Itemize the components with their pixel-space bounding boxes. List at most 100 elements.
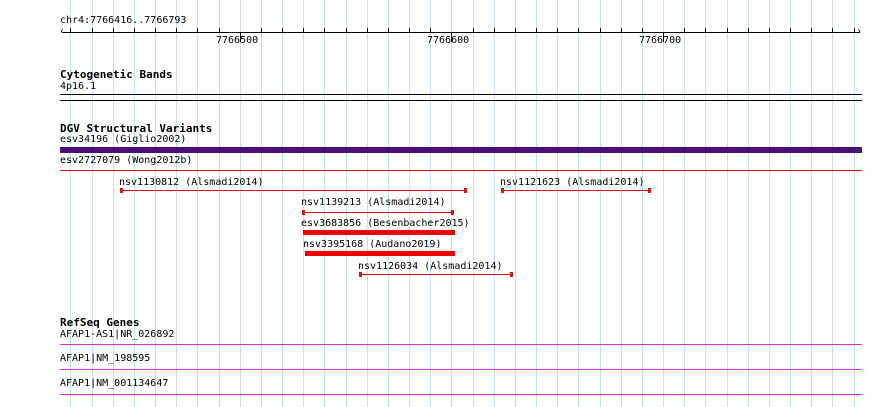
ruler-minor-tick (70, 28, 71, 33)
ruler-minor-tick (134, 28, 135, 33)
gridline (134, 0, 135, 407)
cytoband-line-bottom (60, 100, 862, 101)
dgv-feature-end-cap[interactable] (464, 188, 467, 193)
gridline (176, 0, 177, 407)
refseq-gene-line[interactable] (60, 344, 862, 345)
gridline (600, 0, 601, 407)
ruler-minor-tick (494, 28, 495, 33)
refseq-gene-line[interactable] (60, 394, 862, 395)
refseq-gene-label[interactable]: AFAP1|NM_001134647 (60, 378, 168, 390)
dgv-feature-bar[interactable] (60, 147, 862, 153)
dgv-feature-label[interactable]: esv2727079 (Wong2012b) (60, 155, 192, 167)
gridline (536, 0, 537, 407)
ruler-minor-tick (155, 28, 156, 33)
ruler-left-arrow-icon[interactable]: ‹ (59, 27, 65, 37)
dgv-feature-line[interactable] (303, 212, 453, 213)
ruler-minor-tick (854, 28, 855, 33)
gridline (70, 0, 71, 407)
dgv-feature-line[interactable] (502, 190, 650, 191)
refseq-gene-label[interactable]: AFAP1-AS1|NR_026892 (60, 329, 174, 341)
gridline (748, 0, 749, 407)
ruler-minor-tick (642, 28, 643, 33)
dgv-feature-end-cap[interactable] (510, 272, 513, 277)
gridline (663, 0, 664, 407)
ruler-minor-tick (176, 28, 177, 33)
gridline (494, 0, 495, 407)
dgv-feature-end-cap[interactable] (648, 188, 651, 193)
gridline (727, 0, 728, 407)
refseq-gene-label[interactable]: AFAP1|NM_198595 (60, 353, 150, 365)
ruler-minor-tick (578, 28, 579, 33)
gridline (832, 0, 833, 407)
dgv-feature-label[interactable]: nsv3395168 (Audano2019) (303, 239, 441, 251)
ruler-minor-tick (748, 28, 749, 33)
ruler-minor-tick (303, 28, 304, 33)
genome-browser-view: chr4:7766416..7766793 ‹ › 7766500 7766600… (0, 0, 890, 407)
gridline (557, 0, 558, 407)
dgv-feature-label[interactable]: nsv1121623 (Alsmadi2014) (500, 177, 645, 189)
ruler-minor-tick (832, 28, 833, 33)
gridline (578, 0, 579, 407)
gridline (705, 0, 706, 407)
ruler-minor-tick (324, 28, 325, 33)
ruler-minor-tick (769, 28, 770, 33)
ruler-minor-tick (92, 28, 93, 33)
ruler-minor-tick (600, 28, 601, 33)
dgv-feature-start-cap[interactable] (302, 210, 305, 215)
ruler-line (62, 32, 860, 33)
gridline (261, 0, 262, 407)
ruler-minor-tick (790, 28, 791, 33)
dgv-feature-start-cap[interactable] (359, 272, 362, 277)
gridline (113, 0, 114, 407)
ruler-minor-tick (261, 28, 262, 33)
dgv-feature-bar[interactable] (305, 251, 455, 256)
ruler-right-arrow-icon[interactable]: › (856, 27, 862, 37)
refseq-track-title: RefSeq Genes (60, 316, 140, 329)
ruler-minor-tick (409, 28, 410, 33)
ruler-minor-tick (430, 28, 431, 33)
gridline (197, 0, 198, 407)
dgv-feature-end-cap[interactable] (451, 210, 454, 215)
dgv-feature-line[interactable] (60, 170, 862, 171)
dgv-feature-label[interactable]: esv3683856 (Besenbacher2015) (301, 218, 470, 230)
dgv-feature-bar[interactable] (303, 230, 455, 235)
ruler-minor-tick (727, 28, 728, 33)
ruler-minor-tick (113, 28, 114, 33)
ruler-range-label: chr4:7766416..7766793 (60, 15, 187, 26)
gridline (769, 0, 770, 407)
cytoband-label: 4p16.1 (60, 81, 97, 92)
dgv-feature-label[interactable]: esv34196 (Giglio2002) (60, 134, 186, 146)
refseq-gene-line[interactable] (60, 369, 862, 370)
ruler-minor-tick (219, 28, 220, 33)
ruler-minor-tick (282, 28, 283, 33)
ruler-minor-tick (557, 28, 558, 33)
ruler-minor-tick (346, 28, 347, 33)
dgv-feature-line[interactable] (121, 190, 466, 191)
gridline (473, 0, 474, 407)
gridline (282, 0, 283, 407)
dgv-feature-start-cap[interactable] (501, 188, 504, 193)
ruler-minor-tick (515, 28, 516, 33)
ruler-minor-tick (536, 28, 537, 33)
ruler-minor-tick (705, 28, 706, 33)
dgv-feature-line[interactable] (360, 274, 512, 275)
ruler-tick-label: 7766600 (427, 35, 470, 46)
gridline (92, 0, 93, 407)
dgv-feature-start-cap[interactable] (120, 188, 123, 193)
ruler-minor-tick (684, 28, 685, 33)
gridline (684, 0, 685, 407)
ruler-minor-tick (473, 28, 474, 33)
ruler-minor-tick (197, 28, 198, 33)
gridline (811, 0, 812, 407)
ruler-minor-tick (367, 28, 368, 33)
gridline (451, 0, 452, 407)
gridline (155, 0, 156, 407)
ruler-tick-label: 7766500 (216, 35, 259, 46)
dgv-feature-label[interactable]: nsv1126034 (Alsmadi2014) (358, 261, 503, 273)
gridline (621, 0, 622, 407)
dgv-feature-label[interactable]: nsv1139213 (Alsmadi2014) (301, 197, 446, 209)
ruler-minor-tick (621, 28, 622, 33)
dgv-feature-label[interactable]: nsv1130812 (Alsmadi2014) (119, 177, 264, 189)
cytoband-line-top (60, 94, 862, 95)
gridline (642, 0, 643, 407)
